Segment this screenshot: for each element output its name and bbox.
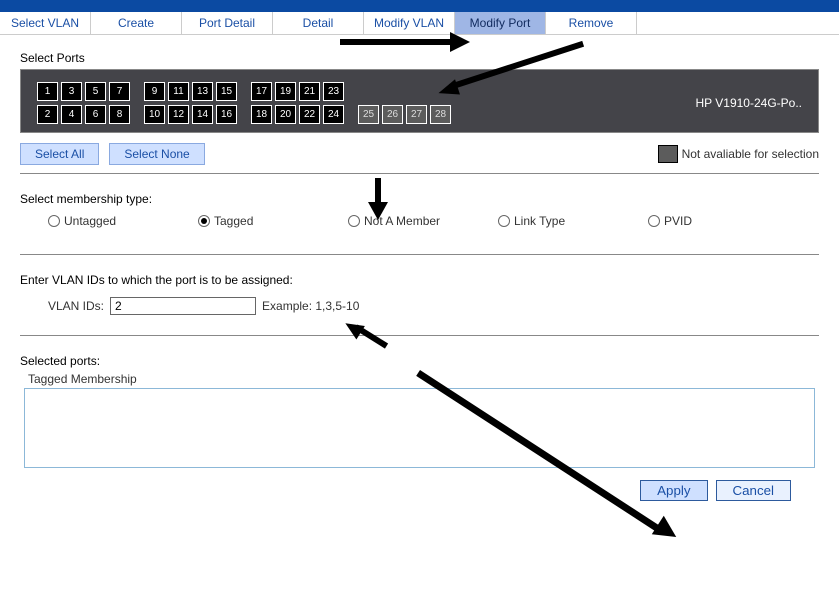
port-17[interactable]: 17 bbox=[251, 82, 272, 101]
tab-modify-port[interactable]: Modify Port bbox=[455, 12, 546, 34]
divider bbox=[20, 173, 819, 174]
port-14[interactable]: 14 bbox=[192, 105, 213, 124]
legend-not-available: Not avaliable for selection bbox=[658, 145, 819, 163]
radio-pvid-label: PVID bbox=[664, 214, 692, 228]
radio-untagged[interactable]: Untagged bbox=[48, 214, 198, 228]
vlan-ids-label: VLAN IDs: bbox=[48, 299, 104, 313]
tab-modify-vlan[interactable]: Modify VLAN bbox=[364, 12, 455, 34]
vlan-example-label: Example: 1,3,5-10 bbox=[262, 299, 359, 313]
radio-not-member[interactable]: Not A Member bbox=[348, 214, 498, 228]
port-18[interactable]: 18 bbox=[251, 105, 272, 124]
divider bbox=[20, 335, 819, 336]
port-26: 26 bbox=[382, 105, 403, 124]
port-12[interactable]: 12 bbox=[168, 105, 189, 124]
cancel-button[interactable]: Cancel bbox=[716, 480, 792, 501]
radio-link-type[interactable]: Link Type bbox=[498, 214, 648, 228]
port-5[interactable]: 5 bbox=[85, 82, 106, 101]
apply-button[interactable]: Apply bbox=[640, 480, 707, 501]
tab-port-detail[interactable]: Port Detail bbox=[182, 12, 273, 34]
port-15[interactable]: 15 bbox=[216, 82, 237, 101]
radio-not-member-label: Not A Member bbox=[364, 214, 440, 228]
tab-select-vlan[interactable]: Select VLAN bbox=[0, 12, 91, 34]
radio-tagged[interactable]: Tagged bbox=[198, 214, 348, 228]
port-28: 28 bbox=[430, 105, 451, 124]
vlan-ids-input[interactable] bbox=[110, 297, 256, 315]
switch-port-panel: 1357911131517192123 24681012141618202224… bbox=[20, 69, 819, 133]
port-22[interactable]: 22 bbox=[299, 105, 320, 124]
port-19[interactable]: 19 bbox=[275, 82, 296, 101]
port-8[interactable]: 8 bbox=[109, 105, 130, 124]
port-4[interactable]: 4 bbox=[61, 105, 82, 124]
port-6[interactable]: 6 bbox=[85, 105, 106, 124]
enter-vlan-label: Enter VLAN IDs to which the port is to b… bbox=[20, 273, 819, 287]
not-available-swatch bbox=[658, 145, 678, 163]
selected-ports-box bbox=[24, 388, 815, 468]
port-25: 25 bbox=[358, 105, 379, 124]
port-3[interactable]: 3 bbox=[61, 82, 82, 101]
port-13[interactable]: 13 bbox=[192, 82, 213, 101]
radio-pvid[interactable]: PVID bbox=[648, 214, 798, 228]
radio-tagged-label: Tagged bbox=[214, 214, 253, 228]
port-9[interactable]: 9 bbox=[144, 82, 165, 101]
port-21[interactable]: 21 bbox=[299, 82, 320, 101]
device-label: HP V1910-24G-Po.. bbox=[695, 96, 802, 110]
port-11[interactable]: 11 bbox=[168, 82, 189, 101]
port-16[interactable]: 16 bbox=[216, 105, 237, 124]
header-bar bbox=[0, 0, 839, 12]
port-20[interactable]: 20 bbox=[275, 105, 296, 124]
tab-bar: Select VLAN Create Port Detail Detail Mo… bbox=[0, 12, 839, 35]
radio-untagged-label: Untagged bbox=[64, 214, 116, 228]
membership-title: Select membership type: bbox=[20, 192, 819, 206]
selected-ports-label: Selected ports: bbox=[20, 354, 819, 368]
select-ports-label: Select Ports bbox=[20, 51, 819, 65]
port-7[interactable]: 7 bbox=[109, 82, 130, 101]
port-23[interactable]: 23 bbox=[323, 82, 344, 101]
port-10[interactable]: 10 bbox=[144, 105, 165, 124]
radio-link-type-label: Link Type bbox=[514, 214, 565, 228]
not-available-label: Not avaliable for selection bbox=[682, 147, 819, 161]
port-2[interactable]: 2 bbox=[37, 105, 58, 124]
tab-create[interactable]: Create bbox=[91, 12, 182, 34]
select-none-button[interactable]: Select None bbox=[109, 143, 204, 165]
select-all-button[interactable]: Select All bbox=[20, 143, 99, 165]
tab-remove[interactable]: Remove bbox=[546, 12, 637, 34]
membership-radio-group: Untagged Tagged Not A Member Link Type P… bbox=[48, 214, 819, 228]
tab-detail[interactable]: Detail bbox=[273, 12, 364, 34]
port-24[interactable]: 24 bbox=[323, 105, 344, 124]
port-27: 27 bbox=[406, 105, 427, 124]
tagged-membership-label: Tagged Membership bbox=[28, 372, 819, 386]
port-1[interactable]: 1 bbox=[37, 82, 58, 101]
divider bbox=[20, 254, 819, 255]
